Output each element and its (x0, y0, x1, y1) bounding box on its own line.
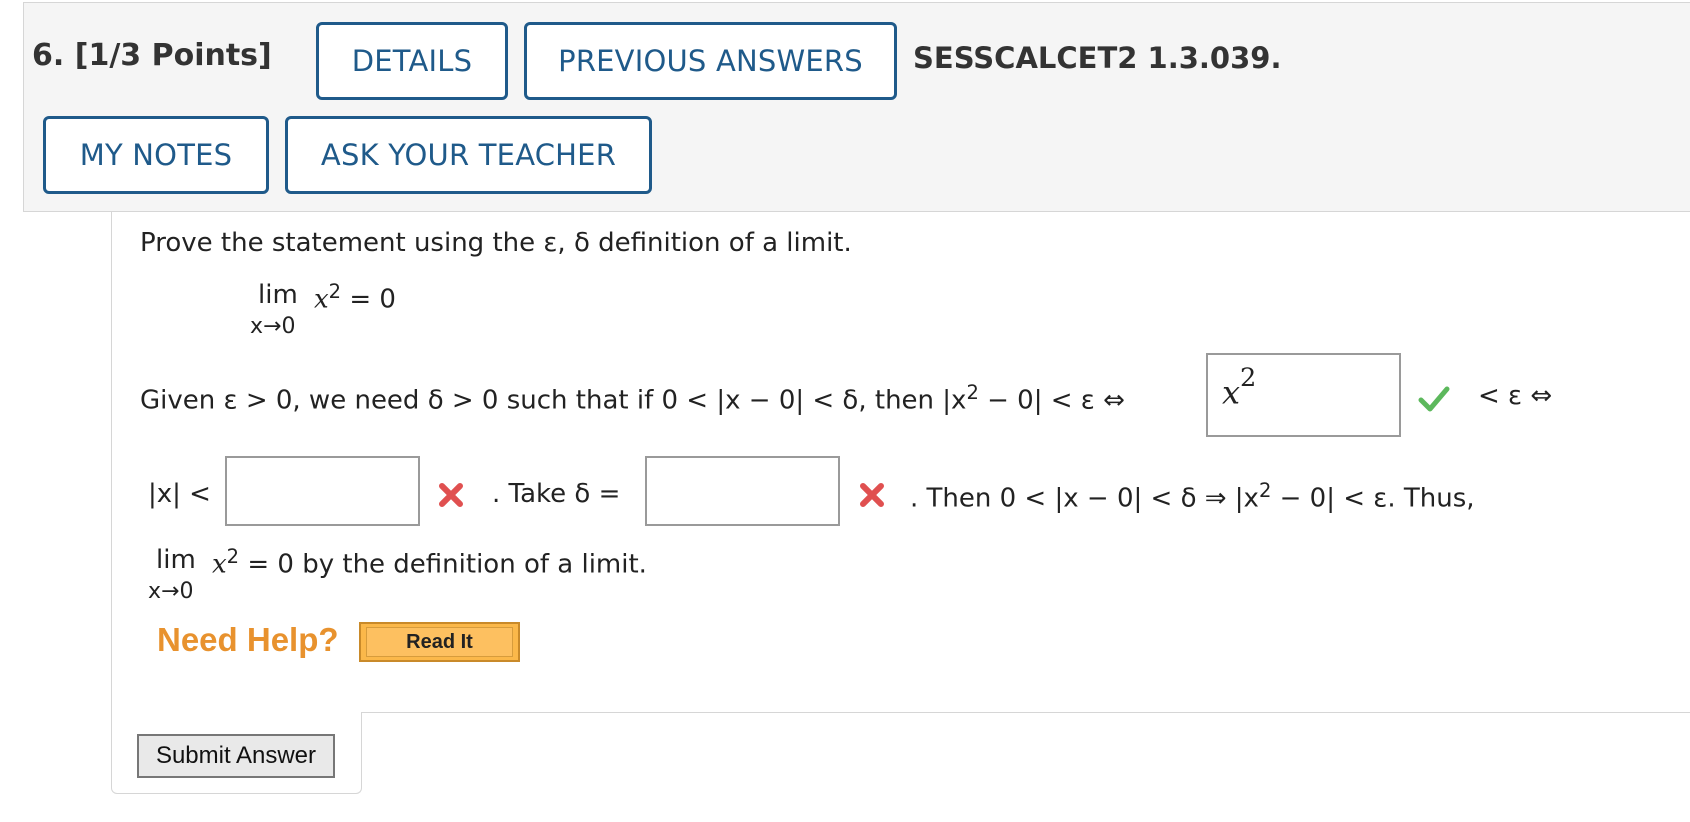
limit-expression: x2 = 0 (314, 280, 396, 315)
line2-lead: |x| < (148, 479, 211, 509)
ask-your-teacher-button[interactable]: ASK YOUR TEACHER (285, 116, 652, 194)
conclusion-text: x2 = 0 by the definition of a limit. (212, 545, 647, 580)
limit-subscript: x→0 (250, 314, 296, 339)
limit-subscript: x→0 (148, 579, 194, 604)
then-text: . Then 0 < |x − 0| < δ ⇒ |x2 − 0| < ε. T… (910, 479, 1475, 514)
read-it-button[interactable]: Read It (359, 622, 520, 662)
answer-input-1[interactable]: x2 (1206, 353, 1401, 437)
cross-icon (860, 483, 884, 507)
cross-icon (439, 483, 463, 507)
question-number: 6. [1/3 Points] (32, 38, 272, 73)
after-box-1-text: < ε ⇔ (1478, 381, 1553, 411)
read-it-label: Read It (366, 627, 513, 657)
given-line: Given ε > 0, we need δ > 0 such that if … (140, 381, 1125, 416)
submit-answer-button[interactable]: Submit Answer (137, 734, 335, 778)
answer-1-value: x2 (1222, 363, 1257, 412)
limit-word: lim (258, 280, 298, 310)
question-prompt: Prove the statement using the ε, δ defin… (140, 228, 852, 258)
answer-input-2[interactable] (225, 456, 420, 526)
answer-input-3[interactable] (645, 456, 840, 526)
limit-word: lim (156, 545, 196, 575)
my-notes-button[interactable]: MY NOTES (43, 116, 269, 194)
question-number-label: 6. (32, 38, 65, 73)
need-help-label: Need Help? (157, 621, 339, 658)
checkmark-icon (1418, 386, 1450, 412)
points-label: [1/3 Points] (74, 38, 272, 73)
problem-code: SESSCALCET2 1.3.039. (913, 41, 1282, 75)
take-delta-text: . Take δ = (492, 479, 621, 509)
details-button[interactable]: DETAILS (316, 22, 508, 100)
divider (362, 712, 1690, 713)
previous-answers-button[interactable]: PREVIOUS ANSWERS (524, 22, 897, 100)
